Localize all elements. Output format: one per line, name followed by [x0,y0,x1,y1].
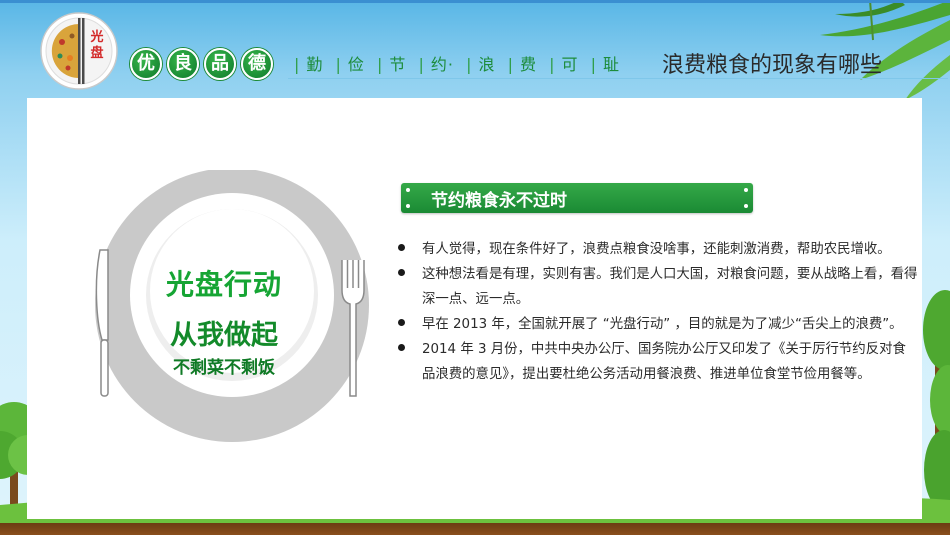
motto-char-2: 俭 [347,55,365,74]
badge-3: 品 [204,48,236,80]
motto-char-5: 浪 [478,55,496,74]
slogan-line-1: 光盘行动 [165,268,282,301]
knife-icon [95,249,109,397]
virtue-badges: 优 良 品 德 [130,48,273,80]
list-item: 早在 2013 年，全国就开展了 “光盘行动” ，目的就是为了减少“舌尖上的浪费… [398,312,918,337]
slogan-line-3: 不剩菜不剩饭 [173,358,275,378]
motto-char-4: 约· [430,55,454,74]
badge-4: 德 [241,48,273,80]
section-heading: 节约粮食永不过时 [431,191,567,211]
badge-1: 优 [130,48,162,80]
motto-char-6: 费 [519,55,537,74]
motto-char-1: 勤 [306,55,324,74]
trees-right [923,290,950,525]
page-title: 浪费粮食的现象有哪些 [662,53,883,78]
motto-char-3: 节 [389,55,407,74]
list-item: 2014 年 3 月份，中共中央办公厅、国务院办公厅又印发了《关于厉行节约反对食… [398,337,918,387]
ground-bar [0,523,950,535]
bullet-list: 有人觉得，现在条件好了，浪费点粮食没啥事，还能刺激消费，帮助农民增收。 这种想法… [398,237,918,387]
list-item: 有人觉得，现在条件好了，浪费点粮食没啥事，还能刺激消费，帮助农民增收。 [398,237,918,262]
header-divider [288,78,948,79]
motto-char-8: 耻 [602,55,620,74]
logo-text: 光盘 [90,30,104,61]
top-stripe [0,0,950,3]
motto-char-7: 可 [561,55,579,74]
section-heading-bar: 节约粮食永不过时 [401,183,753,213]
list-item: 这种想法看是有理，实则有害。我们是人口大国，对粮食问题，要从战略上看，看得深一点… [398,262,918,312]
motto: | 勤 | 俭 | 节 | 约· | 浪 | 费 | 可 | 耻 [294,55,620,74]
slogan-line-2: 从我做起 [170,320,278,351]
badge-2: 良 [167,48,199,80]
